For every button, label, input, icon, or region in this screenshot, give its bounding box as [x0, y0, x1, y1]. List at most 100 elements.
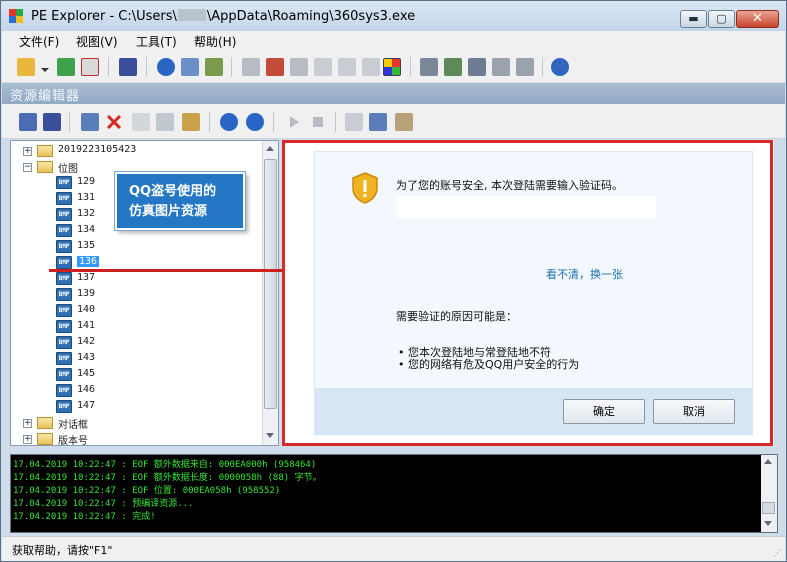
scroll-thumb[interactable]: [762, 502, 775, 514]
help-icon[interactable]: [551, 58, 569, 76]
headers-icon[interactable]: [181, 58, 199, 76]
folder-icon: [37, 417, 53, 429]
move-down-icon[interactable]: [220, 113, 238, 131]
tree-scrollbar[interactable]: [262, 141, 278, 445]
bitmap-icon: BMP: [56, 240, 72, 253]
annotation-pointer-line: [49, 269, 283, 272]
tree-icon[interactable]: [444, 58, 462, 76]
bitmap-icon: BMP: [56, 320, 72, 333]
tree-label: 139: [77, 288, 96, 299]
debug-icon[interactable]: [314, 58, 332, 76]
dialog-edit-icon[interactable]: [345, 113, 363, 131]
pe-explorer-app-icon: [9, 9, 23, 23]
tree-node-bitmap-item[interactable]: BMP 135: [11, 239, 261, 255]
copy-icon[interactable]: [19, 113, 37, 131]
maximize-button[interactable]: ▢: [708, 10, 735, 28]
status-text: 获取帮助，请按"F1": [12, 544, 113, 557]
properties-icon[interactable]: [369, 113, 387, 131]
refresh-icon[interactable]: [57, 58, 75, 76]
delete-icon[interactable]: [105, 113, 123, 131]
resource-toolbar: [2, 104, 785, 139]
tree-label: 143: [77, 352, 96, 363]
play-icon[interactable]: [285, 113, 303, 131]
scroll-thumb[interactable]: [264, 159, 277, 409]
menu-view[interactable]: 视图(V): [76, 33, 118, 50]
maximize-icon: ▢: [716, 12, 727, 25]
bitmap-icon: BMP: [56, 336, 72, 349]
toolbar-separator: [146, 57, 147, 77]
log-scrollbar[interactable]: [761, 455, 777, 532]
bitmap-icon: BMP: [56, 384, 72, 397]
open-folder-icon[interactable]: [17, 58, 35, 76]
settings-icon[interactable]: [492, 58, 510, 76]
replace-icon[interactable]: [182, 113, 200, 131]
tree-node-bitmap-item[interactable]: BMP 140: [11, 303, 261, 319]
tree-label: 对话框: [58, 420, 88, 431]
scroll-down-icon[interactable]: [764, 521, 772, 526]
log-line: 17.04.2019 10:22:47 : EOF 额外数据长度: 000005…: [13, 473, 322, 483]
expand-icon[interactable]: +: [23, 147, 32, 156]
tree-label: 135: [77, 240, 96, 251]
tree-node-root[interactable]: + 2019223105423: [11, 143, 261, 159]
menu-file[interactable]: 文件(F): [19, 33, 59, 50]
close-button[interactable]: ✕: [736, 10, 779, 28]
tree-node-bitmap-item[interactable]: BMP 141: [11, 319, 261, 335]
expand-icon[interactable]: +: [23, 419, 32, 428]
tree-label: 131: [77, 192, 96, 203]
move-up-icon[interactable]: [246, 113, 264, 131]
dropdown-arrow-icon[interactable]: [40, 63, 50, 72]
disassemble-icon[interactable]: [338, 58, 356, 76]
sections-icon[interactable]: [205, 58, 223, 76]
tree-node-bitmap-item[interactable]: BMP 142: [11, 335, 261, 351]
tree-label: 版本号: [58, 436, 88, 447]
log-output[interactable]: 17.04.2019 10:22:47 : EOF 额外数据来自: 000EA0…: [10, 454, 778, 533]
tree-node-version[interactable]: + 版本号: [11, 431, 261, 447]
log-line: 17.04.2019 10:22:47 : 预编译资源...: [13, 499, 194, 509]
folder-icon: [37, 433, 53, 445]
bitmap-icon: BMP: [56, 272, 72, 285]
undo-icon[interactable]: [132, 113, 150, 131]
tree-node-bitmap-item[interactable]: BMP 143: [11, 351, 261, 367]
scroll-down-icon[interactable]: [266, 433, 274, 438]
save-resource-icon[interactable]: [43, 113, 61, 131]
expand-icon[interactable]: +: [23, 435, 32, 444]
tools-icon[interactable]: [420, 58, 438, 76]
callout-line-2: 仿真图片资源: [129, 204, 208, 219]
scroll-up-icon[interactable]: [764, 459, 772, 464]
view-icon[interactable]: [516, 58, 534, 76]
tree-label: 142: [77, 336, 96, 347]
tree-node-dialog[interactable]: + 对话框: [11, 415, 261, 431]
close-file-icon[interactable]: [81, 58, 99, 76]
menu-help[interactable]: 帮助(H): [194, 33, 236, 50]
tree-node-bitmap-item[interactable]: BMP 137: [11, 271, 261, 287]
bitmap-icon: BMP: [56, 224, 72, 237]
view-icon[interactable]: [395, 113, 413, 131]
tree-node-bitmap-item[interactable]: BMP 139: [11, 287, 261, 303]
export-icon[interactable]: [266, 58, 284, 76]
bitmap-icon: BMP: [56, 288, 72, 301]
tree-node-bitmap-item[interactable]: BMP 146: [11, 383, 261, 399]
tree-node-bitmap-item[interactable]: BMP 145: [11, 367, 261, 383]
dependency-icon[interactable]: [362, 58, 380, 76]
bitmap-icon: BMP: [56, 176, 72, 189]
toolbar-separator: [542, 57, 543, 77]
bitmap-icon: BMP: [56, 256, 72, 269]
stop-icon[interactable]: [309, 113, 327, 131]
import-icon[interactable]: [242, 58, 260, 76]
edit-icon[interactable]: [81, 113, 99, 131]
status-bar: 获取帮助，请按"F1" ⋰: [2, 536, 785, 561]
minimize-button[interactable]: ▬: [680, 10, 707, 28]
tree-node-bitmap-item[interactable]: BMP 147: [11, 399, 261, 415]
collapse-icon[interactable]: −: [23, 163, 32, 172]
duplicate-icon[interactable]: [156, 113, 174, 131]
resource-editor-icon[interactable]: [383, 58, 401, 76]
resources-icon[interactable]: [290, 58, 308, 76]
info-icon[interactable]: [157, 58, 175, 76]
save-icon[interactable]: [119, 58, 137, 76]
open-folder-icon: [37, 161, 53, 173]
log-line: 17.04.2019 10:22:47 : EOF 额外数据来自: 000EA0…: [13, 460, 317, 470]
plugins-icon[interactable]: [468, 58, 486, 76]
resize-grip-icon[interactable]: ⋰: [773, 549, 782, 559]
scroll-up-icon[interactable]: [266, 146, 274, 151]
menu-tools[interactable]: 工具(T): [136, 33, 177, 50]
